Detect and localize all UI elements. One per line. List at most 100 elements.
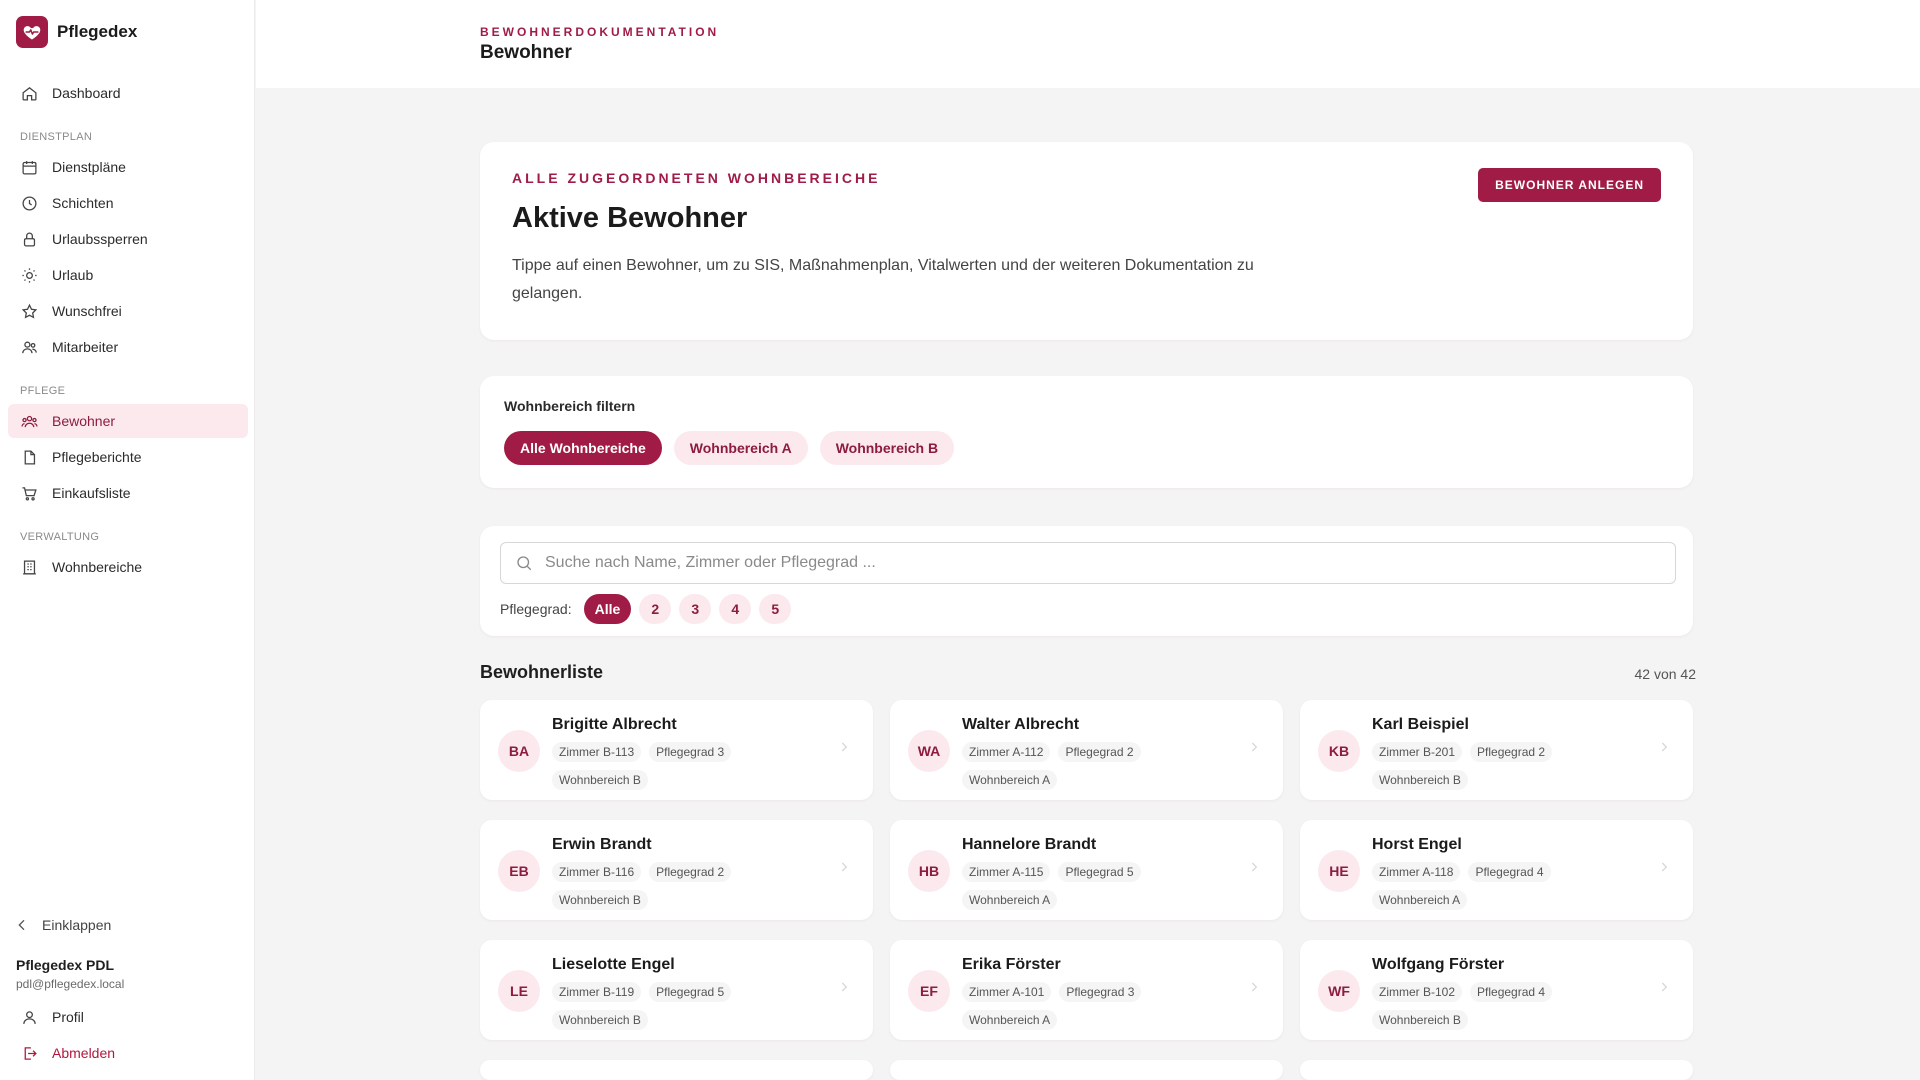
- resident-card[interactable]: [890, 1060, 1283, 1080]
- pflegegrad-chip-3[interactable]: 3: [679, 594, 712, 624]
- resident-card[interactable]: EF Erika Förster Zimmer A-101 Pflegegrad 3W…: [890, 940, 1283, 1040]
- room-tag: Zimmer B-102: [1372, 982, 1463, 1002]
- pflegegrad-chip-5[interactable]: 5: [759, 594, 792, 624]
- sidebar-item-urlaub[interactable]: Urlaub: [8, 258, 248, 292]
- resident-card[interactable]: WF Wolfgang Förster Zimmer B-102 Pflegegrad…: [1300, 940, 1693, 1040]
- sidebar-item-bewohner[interactable]: Bewohner: [8, 404, 248, 438]
- sidebar-item-wunschfrei[interactable]: Wunschfrei: [8, 294, 248, 328]
- wohnbereich-tag: Wohnbereich A: [962, 890, 1058, 910]
- room-tag: Zimmer B-201: [1372, 742, 1463, 762]
- logout-label: Abmelden: [52, 1045, 116, 1061]
- avatar: BA: [498, 730, 540, 772]
- avatar: EF: [908, 970, 950, 1012]
- filter-pill-wohnbereich-a[interactable]: Wohnbereich A: [673, 431, 808, 465]
- wohnbereich-tag: Wohnbereich B: [552, 1010, 648, 1030]
- sidebar-item-urlaubssperren[interactable]: Urlaubssperren: [8, 222, 248, 256]
- sidebar-item-dashboard[interactable]: Dashboard: [8, 76, 248, 110]
- hero-kicker: ALLE ZUGEORDNETEN WOHNBEREICHE: [512, 170, 881, 186]
- sidebar-item-label: Wohnbereiche: [52, 559, 143, 575]
- filter-pill-alle[interactable]: Alle Wohnbereiche: [504, 431, 662, 465]
- list-title: Bewohnerliste: [480, 662, 604, 682]
- pflegegrad-tag: Pflegegrad 2: [649, 862, 732, 882]
- chevron-right-icon: [1657, 860, 1671, 874]
- avatar: EB: [498, 850, 540, 892]
- home-icon: [20, 84, 38, 102]
- hero-description: Tippe auf einen Bewohner, um zu SIS, Maß…: [512, 257, 1254, 302]
- collapse-label: Einklappen: [42, 917, 112, 933]
- profile-link[interactable]: Profil: [8, 1000, 248, 1034]
- room-tag: Zimmer B-119: [552, 982, 642, 1002]
- resident-card[interactable]: HB Hannelore Brandt Zimmer A-115 Pflegegrad…: [890, 820, 1283, 920]
- sidebar-item-label: Dienstpläne: [52, 159, 126, 175]
- collapse-sidebar-button[interactable]: Einklappen: [14, 917, 111, 933]
- sidebar-item-einkaufsliste[interactable]: Einkaufsliste: [8, 476, 248, 510]
- cart-icon: [20, 484, 38, 502]
- wohnbereich-tag: Wohnbereich A: [962, 1010, 1058, 1030]
- filter-label: Wohnbereich filtern: [504, 398, 636, 414]
- resident-card[interactable]: [480, 1060, 873, 1080]
- brand[interactable]: Pflegedex: [16, 16, 137, 48]
- resident-card[interactable]: EB Erwin Brandt Zimmer B-116 Pflegegrad 2 Wo…: [480, 820, 873, 920]
- resident-name: Erwin Brandt: [552, 836, 652, 853]
- sidebar-item-label: Bewohner: [52, 413, 116, 429]
- sidebar-item-mitarbeiter[interactable]: Mitarbeiter: [8, 330, 248, 364]
- chevron-right-icon: [1247, 980, 1261, 994]
- resident-tags: Zimmer B-116 Pflegegrad 2 Wohnbereich B: [552, 862, 822, 910]
- resident-tags: Zimmer B-119 Pflegegrad 5 Wohnbereich B: [552, 982, 822, 1030]
- logout-button[interactable]: Abmelden: [8, 1036, 248, 1070]
- avatar: WF: [1318, 970, 1360, 1012]
- wohnbereich-tag: Wohnbereich B: [552, 770, 648, 790]
- user-name: Pflegedex PDL: [16, 957, 115, 973]
- resident-card[interactable]: WA Walter Albrecht Zimmer A-112 Pflegegrad …: [890, 700, 1283, 800]
- resident-tags: Zimmer B-201 Pflegegrad 2 Wohnbereich B: [1372, 742, 1642, 790]
- sidebar-item-dienstplaene[interactable]: Dienstpläne: [8, 150, 248, 184]
- room-tag: Zimmer B-116: [552, 862, 642, 882]
- pflegegrad-chip-4[interactable]: 4: [719, 594, 752, 624]
- wohnbereich-filter-card: Wohnbereich filtern Alle Wohnbereiche Wo…: [480, 376, 1693, 488]
- pflegegrad-chip-2[interactable]: 2: [639, 594, 672, 624]
- filter-pill-wohnbereich-b[interactable]: Wohnbereich B: [819, 431, 955, 465]
- sun-icon: [20, 266, 38, 284]
- resident-card[interactable]: KB Karl Beispiel Zimmer B-201 Pflegegrad 2W…: [1300, 700, 1693, 800]
- sidebar: Pflegedex Dashboard DIENSTPLAN Dienstplä…: [0, 0, 255, 1080]
- resident-tags: Zimmer A-115 Pflegegrad 5 Wohnbereich A: [962, 862, 1232, 910]
- document-icon: [20, 448, 38, 466]
- chevron-right-icon: [1657, 980, 1671, 994]
- pflegegrad-tag: Pflegegrad 3: [649, 742, 732, 762]
- chevron-right-icon: [837, 860, 851, 874]
- search-input[interactable]: [545, 554, 1645, 572]
- pflegegrad-label: Pflegegrad:: [500, 601, 572, 617]
- user-email: pdl@pflegedex.local: [16, 977, 125, 991]
- wohnbereich-filter: Alle Wohnbereiche Wohnbereich A Wohnbere…: [504, 431, 955, 465]
- search-card: Pflegegrad: Alle 2 3 4 5: [480, 526, 1693, 636]
- sidebar-item-pflegeberichte[interactable]: Pflegeberichte: [8, 440, 248, 474]
- pflegegrad-tag: Pflegegrad 5: [649, 982, 732, 1002]
- star-icon: [20, 302, 38, 320]
- pflegegrad-tag: Pflegegrad 4: [1468, 862, 1551, 882]
- wohnbereich-tag: Wohnbereich A: [962, 770, 1058, 790]
- pflegegrad-tag: Pflegegrad 4: [1470, 982, 1553, 1002]
- heart-logo-icon: [16, 16, 48, 48]
- pflegegrad-tag: Pflegegrad 3: [1059, 982, 1142, 1002]
- add-resident-button[interactable]: BEWOHNER ANLEGEN: [1478, 168, 1661, 202]
- resident-card[interactable]: HE Horst Engel Zimmer A-118 Pflegegrad 4 Woh…: [1300, 820, 1693, 920]
- chevron-left-icon: [14, 917, 30, 933]
- wohnbereich-tag: Wohnbereich B: [552, 890, 648, 910]
- search-box: [500, 542, 1676, 584]
- resident-name: Hannelore Brandt: [962, 836, 1097, 853]
- sidebar-item-label: Einkaufsliste: [52, 485, 131, 501]
- resident-card[interactable]: [1300, 1060, 1693, 1080]
- resident-name: Lieselotte Engel: [552, 956, 675, 973]
- hero-card: ALLE ZUGEORDNETEN WOHNBEREICHE Aktive Be…: [480, 142, 1693, 340]
- pflegegrad-tag: Pflegegrad 5: [1058, 862, 1141, 882]
- sidebar-item-label: Wunschfrei: [52, 303, 122, 319]
- sidebar-item-schichten[interactable]: Schichten: [8, 186, 248, 220]
- building-icon: [20, 558, 38, 576]
- sidebar-item-wohnbereiche[interactable]: Wohnbereiche: [8, 550, 248, 584]
- resident-card[interactable]: LE Lieselotte Engel Zimmer B-119 Pflegegrad…: [480, 940, 873, 1040]
- hero-title: Aktive Bewohner: [512, 202, 748, 234]
- pflegegrad-chip-alle[interactable]: Alle: [583, 594, 632, 624]
- resident-card[interactable]: BA Brigitte Albrecht Zimmer B-113 Pflegegra…: [480, 700, 873, 800]
- avatar: HE: [1318, 850, 1360, 892]
- page-kicker: BEWOHNERDOKUMENTATION: [480, 25, 720, 39]
